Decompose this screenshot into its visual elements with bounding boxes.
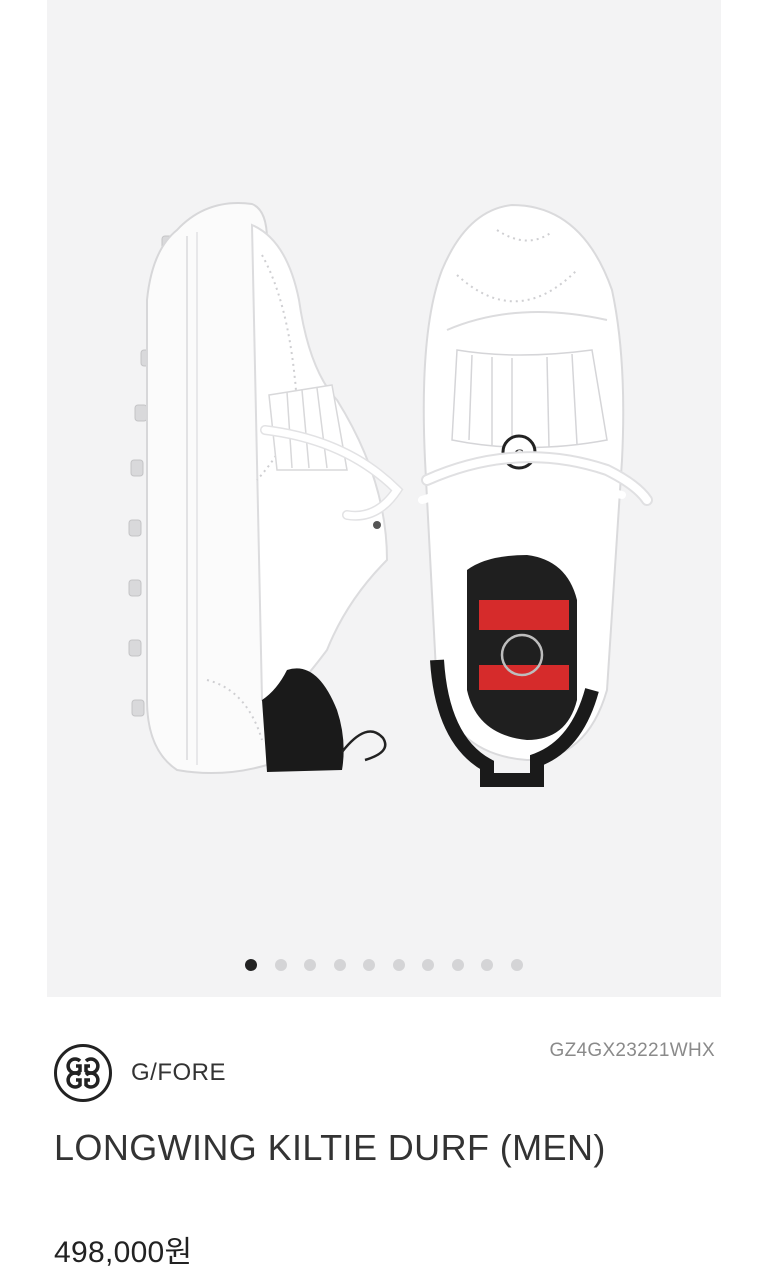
carousel-dot[interactable]	[333, 959, 346, 971]
product-sku: GZ4GX23221WHX	[549, 1040, 715, 1061]
product-image[interactable]: G	[47, 0, 721, 997]
carousel-dot[interactable]	[422, 959, 435, 971]
carousel-dot[interactable]	[304, 959, 317, 971]
shoe-side-view	[128, 202, 404, 775]
carousel-dot[interactable]	[363, 959, 376, 971]
brand-name[interactable]: G/FORE	[131, 1059, 226, 1087]
brand-row[interactable]: G/FORE	[54, 1043, 226, 1103]
product-price: 498,000원	[54, 1236, 193, 1269]
carousel-dot[interactable]	[481, 959, 494, 971]
gfore-logo-icon	[54, 1044, 112, 1102]
product-title: LONGWING KILTIE DURF (MEN)	[54, 1127, 606, 1168]
carousel-dot[interactable]	[392, 959, 405, 971]
carousel-dot[interactable]	[510, 959, 523, 971]
carousel-dots	[47, 959, 721, 973]
carousel-dot[interactable]	[274, 959, 287, 971]
carousel-dot[interactable]	[245, 959, 258, 971]
product-image-gallery[interactable]: G	[47, 0, 721, 997]
carousel-dot[interactable]	[451, 959, 464, 971]
shoe-top-view: G	[418, 203, 653, 787]
